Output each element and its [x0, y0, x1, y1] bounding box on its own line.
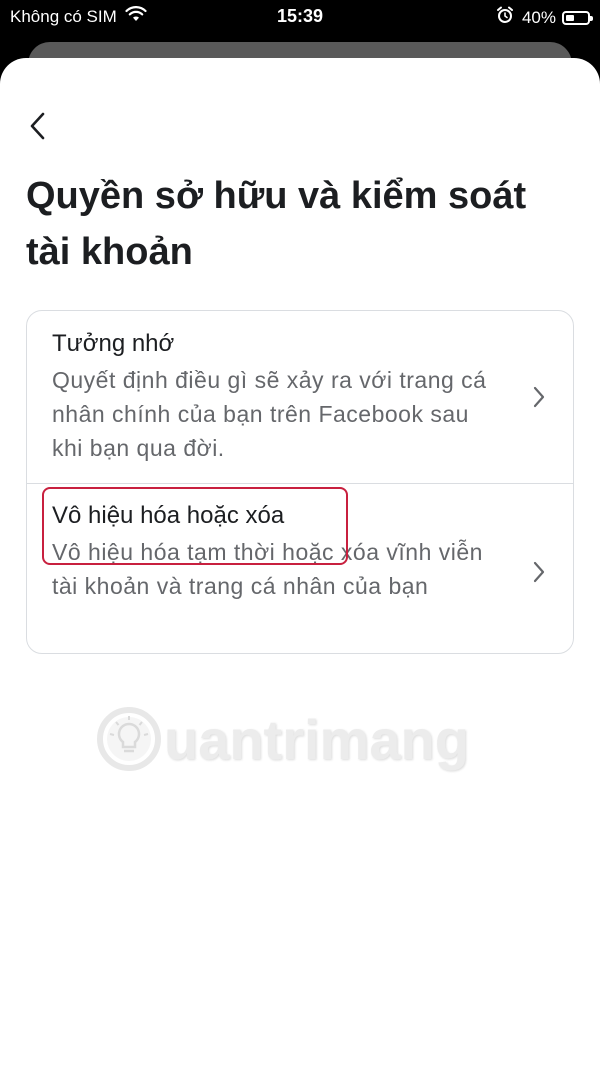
deactivate-delete-option[interactable]: Vô hiệu hóa hoặc xóa Vô hiệu hóa tạm thờ…	[27, 483, 573, 654]
memorialization-option[interactable]: Tưởng nhớ Quyết định điều gì sẽ xảy ra v…	[27, 311, 573, 483]
battery-level-fill	[566, 14, 574, 21]
option-title: Tưởng nhớ	[52, 330, 175, 357]
settings-sheet: Quyền sở hữu và kiểm soát tài khoản Tưởn…	[0, 58, 600, 1067]
battery-icon	[562, 10, 593, 25]
status-bar: Không có SIM 15:39 40%	[0, 0, 600, 34]
status-right: 40%	[496, 6, 593, 29]
alarm-icon	[496, 6, 514, 29]
page-title: Quyền sở hữu và kiểm soát tài khoản	[26, 175, 527, 273]
option-description: Vô hiệu hóa tạm thời hoặc xóa vĩnh viễn …	[52, 539, 483, 599]
chevron-left-icon	[30, 112, 45, 140]
chevron-right-icon	[533, 561, 545, 583]
options-card: Tưởng nhớ Quyết định điều gì sẽ xảy ra v…	[26, 310, 574, 654]
option-title: Vô hiệu hóa hoặc xóa	[52, 502, 285, 529]
battery-percent: 40%	[521, 7, 556, 27]
option-description: Quyết định điều gì sẽ xảy ra với trang c…	[52, 367, 487, 461]
chevron-right-icon	[533, 386, 545, 408]
watermark-text: uantrimang	[164, 707, 469, 771]
watermark: uantrimang	[96, 706, 469, 772]
back-button[interactable]	[18, 106, 58, 146]
lightbulb-logo-icon	[97, 707, 161, 771]
